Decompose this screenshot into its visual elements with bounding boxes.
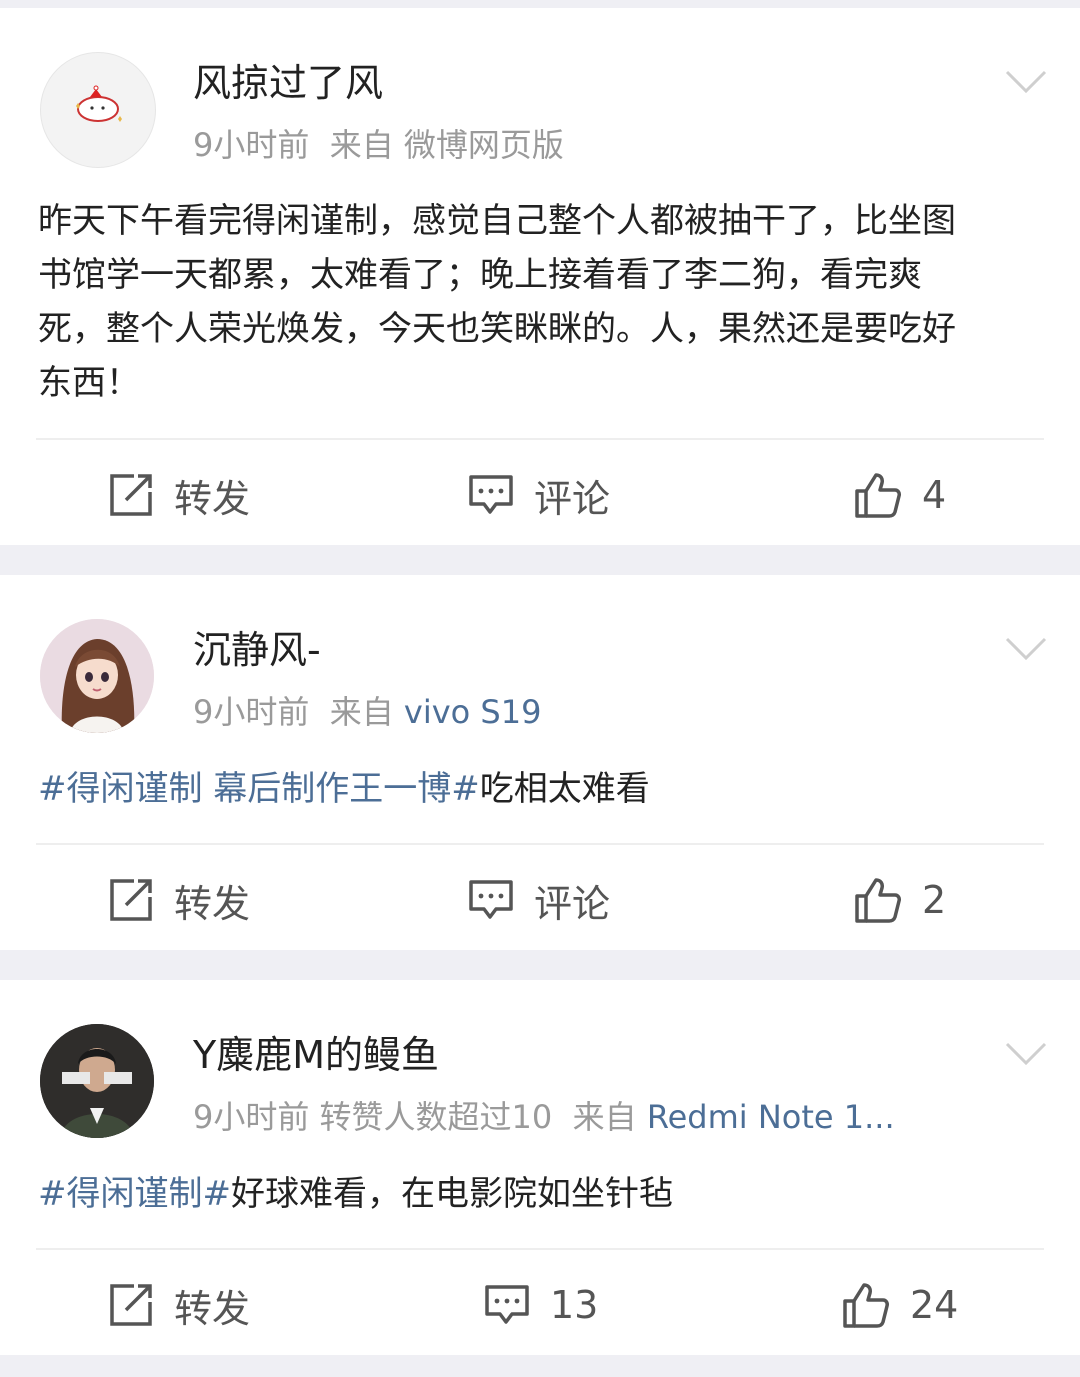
username[interactable]: Y麋鹿M的鳗鱼 — [193, 1033, 439, 1077]
repost-button[interactable]: 转发 — [108, 875, 251, 926]
post-text-rest: 好球难看，在电影院如坐针毡 — [230, 1174, 673, 1214]
repost-icon — [110, 474, 152, 516]
text-line: 死，整个人荣光焕发，今天也笑眯眯的。人，果然还是要吃好 — [38, 309, 956, 349]
text-line: 昨天下午看完得闲谨制，感觉自己整个人都被抽干了，比坐图 — [38, 201, 956, 241]
post-source[interactable]: Redmi Note 1... — [647, 1098, 895, 1136]
post-text: #得闲谨制 幕后制作王一博#吃相太难看 — [38, 762, 1048, 816]
comment-count: 13 — [550, 1283, 599, 1327]
post-time: 9小时前 — [193, 126, 310, 164]
thumbs-up-icon — [843, 1283, 889, 1328]
username[interactable]: 风掠过了风 — [193, 61, 383, 105]
like-count: 4 — [922, 473, 947, 517]
post-meta: 9小时前 来自 微博网页版 — [193, 126, 564, 164]
chevron-down-icon[interactable] — [1004, 1040, 1048, 1068]
like-button[interactable]: 24 — [842, 1280, 958, 1330]
like-button[interactable]: 4 — [854, 470, 946, 520]
post-time: 9小时前 — [193, 693, 310, 731]
post-card: 沉静风- 9小时前 来自 vivo S19 #得闲谨制 幕后制作王一博#吃相太难… — [0, 575, 1080, 950]
post-text: 昨天下午看完得闲谨制，感觉自己整个人都被抽干了，比坐图 书馆学一天都累，太难看了… — [38, 194, 1048, 410]
comment-button[interactable]: 13 — [484, 1280, 598, 1330]
from-label: 来自 — [329, 693, 394, 731]
photo-man-avatar-icon — [40, 1024, 154, 1138]
post-source: 微博网页版 — [403, 126, 564, 164]
repost-label: 转发 — [174, 881, 251, 926]
divider — [36, 1248, 1044, 1250]
comment-label: 评论 — [534, 476, 611, 521]
post-text-rest: 吃相太难看 — [479, 769, 650, 809]
chevron-down-icon[interactable] — [1004, 635, 1048, 663]
topic-link[interactable]: #得闲谨制 幕后制作王一博# — [38, 769, 480, 809]
repost-icon — [110, 879, 152, 921]
post-text: #得闲谨制#好球难看，在电影院如坐针毡 — [38, 1167, 1048, 1221]
topic-link[interactable]: #得闲谨制# — [38, 1174, 231, 1214]
like-button[interactable]: 2 — [854, 875, 946, 925]
repost-icon — [110, 1284, 152, 1326]
repost-label: 转发 — [174, 1286, 251, 1331]
comment-icon — [485, 1285, 529, 1324]
post-source[interactable]: vivo S19 — [404, 693, 542, 731]
avatar[interactable] — [40, 619, 154, 733]
like-count: 24 — [910, 1283, 959, 1327]
comment-icon — [469, 475, 513, 514]
thumbs-up-icon — [855, 878, 901, 923]
post-time: 9小时前 — [193, 1098, 310, 1136]
repost-like-note: 转赞人数超过10 — [319, 1098, 553, 1136]
from-label: 来自 — [572, 1098, 637, 1136]
comment-button[interactable]: 评论 — [468, 470, 611, 521]
repost-label: 转发 — [174, 476, 251, 521]
divider — [36, 438, 1044, 440]
cartoon-cat-avatar-icon — [76, 85, 122, 122]
post-meta: 9小时前 转赞人数超过10 来自 Redmi Note 1... — [193, 1098, 895, 1136]
post-card: 风掠过了风 9小时前 来自 微博网页版 昨天下午看完得闲谨制，感觉自己整个人都被… — [0, 8, 1080, 545]
avatar[interactable] — [40, 1024, 154, 1138]
repost-button[interactable]: 转发 — [108, 1280, 251, 1331]
from-label: 来自 — [329, 126, 394, 164]
thumbs-up-icon — [855, 473, 901, 518]
username[interactable]: 沉静风- — [193, 628, 321, 672]
comment-icon — [469, 880, 513, 919]
avatar[interactable] — [40, 52, 156, 168]
text-line: 书馆学一天都累，太难看了；晚上接着看了李二狗，看完爽 — [38, 255, 922, 295]
like-count: 2 — [922, 878, 947, 922]
text-line: 东西！ — [38, 363, 140, 403]
divider — [36, 843, 1044, 845]
comment-label: 评论 — [534, 881, 611, 926]
cartoon-girl-avatar-icon — [40, 619, 154, 733]
repost-button[interactable]: 转发 — [108, 470, 251, 521]
chevron-down-icon[interactable] — [1004, 68, 1048, 96]
post-card: Y麋鹿M的鳗鱼 9小时前 转赞人数超过10 来自 Redmi Note 1...… — [0, 980, 1080, 1355]
post-meta: 9小时前 来自 vivo S19 — [193, 693, 541, 731]
comment-button[interactable]: 评论 — [468, 875, 611, 926]
